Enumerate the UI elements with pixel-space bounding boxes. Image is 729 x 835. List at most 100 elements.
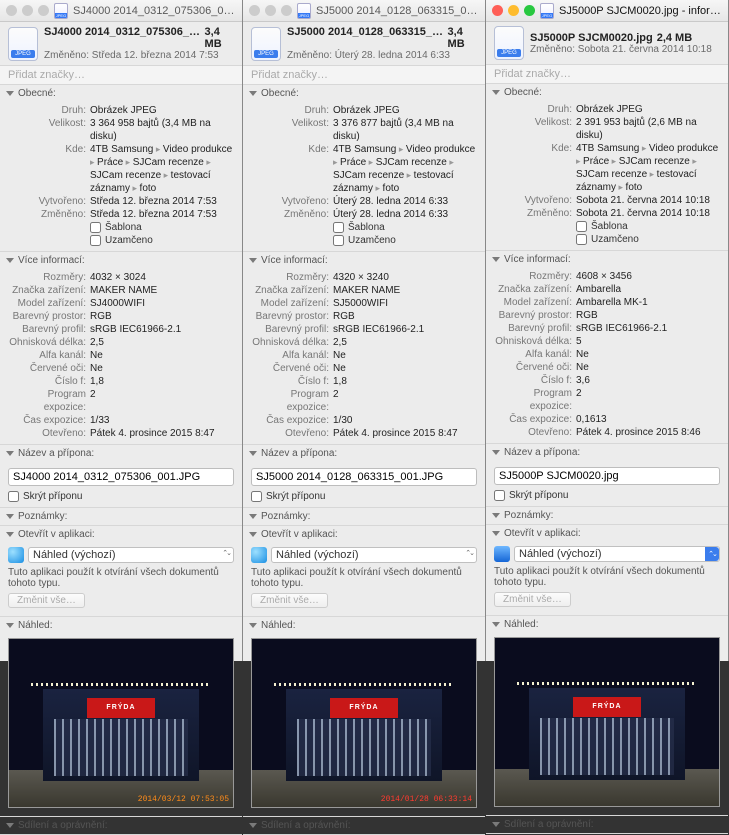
kv-key: Druh:	[251, 104, 333, 117]
section-header[interactable]: Sdílení a oprávnění:	[486, 816, 728, 833]
disclosure-triangle-icon	[492, 622, 500, 627]
open-with-select[interactable]: Náhled (výchozí)	[271, 547, 477, 563]
kv-row: Změněno:Úterý 28. ledna 2014 6:33	[243, 208, 485, 221]
kv-value: sRGB IEC61966-2.1	[576, 322, 720, 335]
yl-traffic-light[interactable]	[508, 5, 519, 16]
kv-row: Číslo f:1,8	[0, 375, 242, 388]
kv-row: Druh:Obrázek JPEG	[486, 103, 728, 116]
kv-key: Velikost:	[251, 117, 333, 143]
locked-checkbox[interactable]	[333, 235, 344, 246]
section-preview: Náhled: FRÝDA2014/03/12 07:53:05	[0, 617, 242, 817]
locked-checkbox-row: Uzamčeno	[0, 234, 242, 247]
section-header[interactable]: Náhled:	[0, 617, 242, 634]
file-icon	[54, 3, 68, 19]
section-header[interactable]: Otevřít v aplikaci:	[243, 526, 485, 543]
locked-label: Uzamčeno	[105, 235, 153, 246]
preview-thumbnail[interactable]: FRÝDA	[494, 637, 720, 807]
titlebar[interactable]: SJ4000 2014_0312_075306_001.JPG - in…	[0, 0, 242, 22]
section-header[interactable]: Více informací:	[0, 252, 242, 269]
section-header[interactable]: Více informací:	[243, 252, 485, 269]
rd-traffic-light[interactable]	[249, 5, 260, 16]
section-header[interactable]: Více informací:	[486, 251, 728, 268]
preview-thumbnail[interactable]: FRÝDA2014/03/12 07:53:05	[8, 638, 234, 808]
window-controls	[6, 5, 49, 16]
disclosure-triangle-icon	[6, 823, 14, 828]
yl-traffic-light[interactable]	[265, 5, 276, 16]
template-label: Šablona	[348, 222, 385, 233]
change-all-button[interactable]: Změnit vše…	[251, 593, 328, 608]
file-name: SJ5000 2014_0128_063315_001.JPG	[287, 26, 444, 38]
section-header[interactable]: Sdílení a oprávnění:	[243, 817, 485, 834]
section-header[interactable]: Název a přípona:	[243, 445, 485, 462]
open-with-select[interactable]: Náhled (výchozí)	[514, 546, 720, 562]
section-header[interactable]: Obecné:	[243, 85, 485, 102]
section-header[interactable]: Poznámky:	[0, 508, 242, 525]
locked-checkbox[interactable]	[576, 234, 587, 245]
kv-value: RGB	[333, 310, 477, 323]
template-checkbox[interactable]	[333, 222, 344, 233]
template-checkbox[interactable]	[90, 222, 101, 233]
titlebar[interactable]: SJ5000 2014_0128_063315_001.JPG - inf…	[243, 0, 485, 22]
section-header[interactable]: Otevřít v aplikaci:	[486, 525, 728, 542]
gr-traffic-light[interactable]	[38, 5, 49, 16]
hide-extension-checkbox[interactable]	[251, 491, 262, 502]
file-icon	[297, 3, 311, 19]
section-header[interactable]: Poznámky:	[243, 508, 485, 525]
kv-key: Velikost:	[8, 117, 90, 143]
hide-ext-row: Skrýt příponu	[0, 490, 242, 503]
kv-value: 4032 × 3024	[90, 271, 234, 284]
locked-checkbox[interactable]	[90, 235, 101, 246]
sign-text: FRÝDA	[87, 698, 154, 718]
tags-field[interactable]: Přidat značky…	[243, 65, 485, 85]
kv-value: sRGB IEC61966-2.1	[333, 323, 477, 336]
open-with-select[interactable]: Náhled (výchozí)	[28, 547, 234, 563]
tags-field[interactable]: Přidat značky…	[0, 65, 242, 85]
change-all-button[interactable]: Změnit vše…	[494, 592, 571, 607]
tags-field[interactable]: Přidat značky…	[486, 64, 728, 84]
disclosure-triangle-icon	[6, 514, 14, 519]
filename-input[interactable]	[251, 468, 477, 486]
open-with-help: Tuto aplikaci použít k otvírání všech do…	[486, 564, 728, 590]
template-checkbox[interactable]	[576, 221, 587, 232]
info-window: SJ5000 2014_0128_063315_001.JPG - inf…SJ…	[243, 0, 486, 661]
hide-extension-checkbox[interactable]	[494, 490, 505, 501]
rd-traffic-light[interactable]	[492, 5, 503, 16]
gr-traffic-light[interactable]	[281, 5, 292, 16]
template-checkbox-row: Šablona	[0, 221, 242, 234]
disclosure-triangle-icon	[492, 450, 500, 455]
section-preview: Náhled: FRÝDA2014/01/28 06:33:14	[243, 617, 485, 817]
section-header[interactable]: Sdílení a oprávnění:	[0, 817, 242, 834]
section-header[interactable]: Název a přípona:	[486, 444, 728, 461]
kv-value: Pátek 4. prosince 2015 8:47	[333, 427, 477, 440]
disclosure-triangle-icon	[249, 532, 257, 537]
section-header[interactable]: Otevřít v aplikaci:	[0, 526, 242, 543]
kv-key: Značka zařízení:	[494, 283, 576, 296]
gr-traffic-light[interactable]	[524, 5, 535, 16]
file-header: SJ5000 2014_0128_063315_001.JPG3,4 MBZmě…	[243, 22, 485, 65]
file-name: SJ5000P SJCM0020.jpg	[530, 32, 653, 44]
section-general: Obecné:Druh:Obrázek JPEGVelikost:3 376 8…	[243, 85, 485, 252]
kv-row: Čas expozice:1/33	[0, 414, 242, 427]
filename-input[interactable]	[494, 467, 720, 485]
hide-extension-checkbox[interactable]	[8, 491, 19, 502]
kv-key: Model zařízení:	[251, 297, 333, 310]
rd-traffic-light[interactable]	[6, 5, 17, 16]
kv-row: Ohnisková délka:5	[486, 335, 728, 348]
filename-input[interactable]	[8, 468, 234, 486]
yl-traffic-light[interactable]	[22, 5, 33, 16]
section-header[interactable]: Obecné:	[486, 84, 728, 101]
section-header[interactable]: Náhled:	[486, 616, 728, 633]
kv-row: Vytvořeno:Úterý 28. ledna 2014 6:33	[243, 195, 485, 208]
kv-row: Kde:4TB SamsungVideo produkcePráceSJCam …	[486, 142, 728, 194]
kv-key: Číslo f:	[494, 374, 576, 387]
section-header[interactable]: Náhled:	[243, 617, 485, 634]
section-header[interactable]: Poznámky:	[486, 507, 728, 524]
kv-row: Alfa kanál:Ne	[0, 349, 242, 362]
change-all-button[interactable]: Změnit vše…	[8, 593, 85, 608]
kv-key: Kde:	[494, 142, 576, 194]
section-header[interactable]: Obecné:	[0, 85, 242, 102]
titlebar[interactable]: SJ5000P SJCM0020.jpg - informace	[486, 0, 728, 22]
section-header[interactable]: Název a přípona:	[0, 445, 242, 462]
preview-thumbnail[interactable]: FRÝDA2014/01/28 06:33:14	[251, 638, 477, 808]
file-type-icon	[8, 27, 38, 61]
